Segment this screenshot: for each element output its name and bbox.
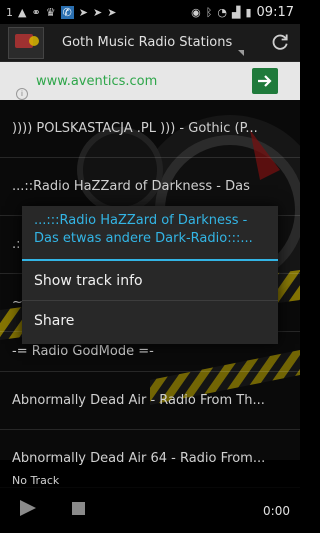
status-right-icons: ◉ ᛒ ◔ ▟ ▮ 09:17 bbox=[191, 5, 294, 20]
ad-go-button[interactable] bbox=[252, 68, 278, 94]
app-logo[interactable] bbox=[8, 26, 44, 59]
status-time: 09:17 bbox=[256, 4, 294, 20]
share-item[interactable]: Share bbox=[22, 301, 278, 341]
wifi-icon: ◔ bbox=[217, 5, 227, 19]
stop-icon[interactable] bbox=[72, 502, 85, 515]
dialog-title-line1: ...:::Radio HaZZard of Darkness - bbox=[34, 213, 248, 228]
station-name: )))) POLSKASTACJA .PL ))) - Gothic (P... bbox=[12, 121, 258, 136]
status-left-icons: 1 ▲ ⚭ ♛ ✆ ➤ ➤ ➤ bbox=[6, 5, 117, 19]
list-item[interactable]: Abnormally Dead Air - Radio From Th... bbox=[0, 372, 300, 430]
status-bar: 1 ▲ ⚭ ♛ ✆ ➤ ➤ ➤ ◉ ᛒ ◔ ▟ ▮ 09:17 bbox=[0, 0, 300, 24]
tux-icon: ♛ bbox=[45, 5, 56, 19]
station-name: Abnormally Dead Air - Radio From Th... bbox=[12, 393, 265, 408]
notification-icon: 1 bbox=[6, 5, 13, 19]
app-title[interactable]: Goth Music Radio Stations bbox=[62, 35, 232, 50]
dropdown-caret-icon[interactable] bbox=[238, 49, 245, 56]
action-bar: Goth Music Radio Stations bbox=[0, 24, 300, 62]
send-icon: ➤ bbox=[78, 5, 88, 19]
app-icon: ✆ bbox=[60, 5, 74, 19]
dialog-title: ...:::Radio HaZZard of Darkness - Das et… bbox=[22, 206, 278, 261]
station-name: ...::Radio HaZZard of Darkness - Das bbox=[12, 179, 250, 194]
show-track-info-item[interactable]: Show track info bbox=[22, 261, 278, 301]
usb-icon: ⚭ bbox=[31, 5, 41, 19]
station-name: Abnormally Dead Air 64 - Radio From... bbox=[12, 451, 266, 466]
bluetooth-icon: ᛒ bbox=[205, 5, 213, 19]
arrow-right-icon bbox=[258, 75, 272, 87]
player-bar: No Track 0:00 bbox=[0, 470, 300, 533]
context-menu-dialog: ...:::Radio HaZZard of Darkness - Das et… bbox=[22, 206, 278, 344]
ad-info-icon[interactable]: i bbox=[16, 88, 28, 100]
list-item[interactable]: )))) POLSKASTACJA .PL ))) - Gothic (P... bbox=[0, 100, 300, 158]
send-icon: ➤ bbox=[93, 5, 103, 19]
eye-icon: ◉ bbox=[191, 5, 201, 19]
signal-icon: ▟ bbox=[232, 5, 241, 19]
battery-icon: ▮ bbox=[245, 5, 252, 19]
dialog-title-line2: Das etwas andere Dark-Radio:::... bbox=[34, 231, 253, 246]
now-playing-label: No Track bbox=[12, 474, 60, 487]
send-icon: ➤ bbox=[107, 5, 117, 19]
alert-icon: ▲ bbox=[18, 5, 27, 19]
station-name: -= Radio GodMode =- bbox=[12, 344, 154, 359]
ad-banner[interactable]: www.aventics.com i bbox=[0, 62, 300, 100]
refresh-icon[interactable] bbox=[270, 32, 290, 52]
playback-time: 0:00 bbox=[263, 504, 290, 518]
play-icon[interactable] bbox=[20, 500, 36, 516]
ad-url[interactable]: www.aventics.com bbox=[36, 74, 157, 89]
